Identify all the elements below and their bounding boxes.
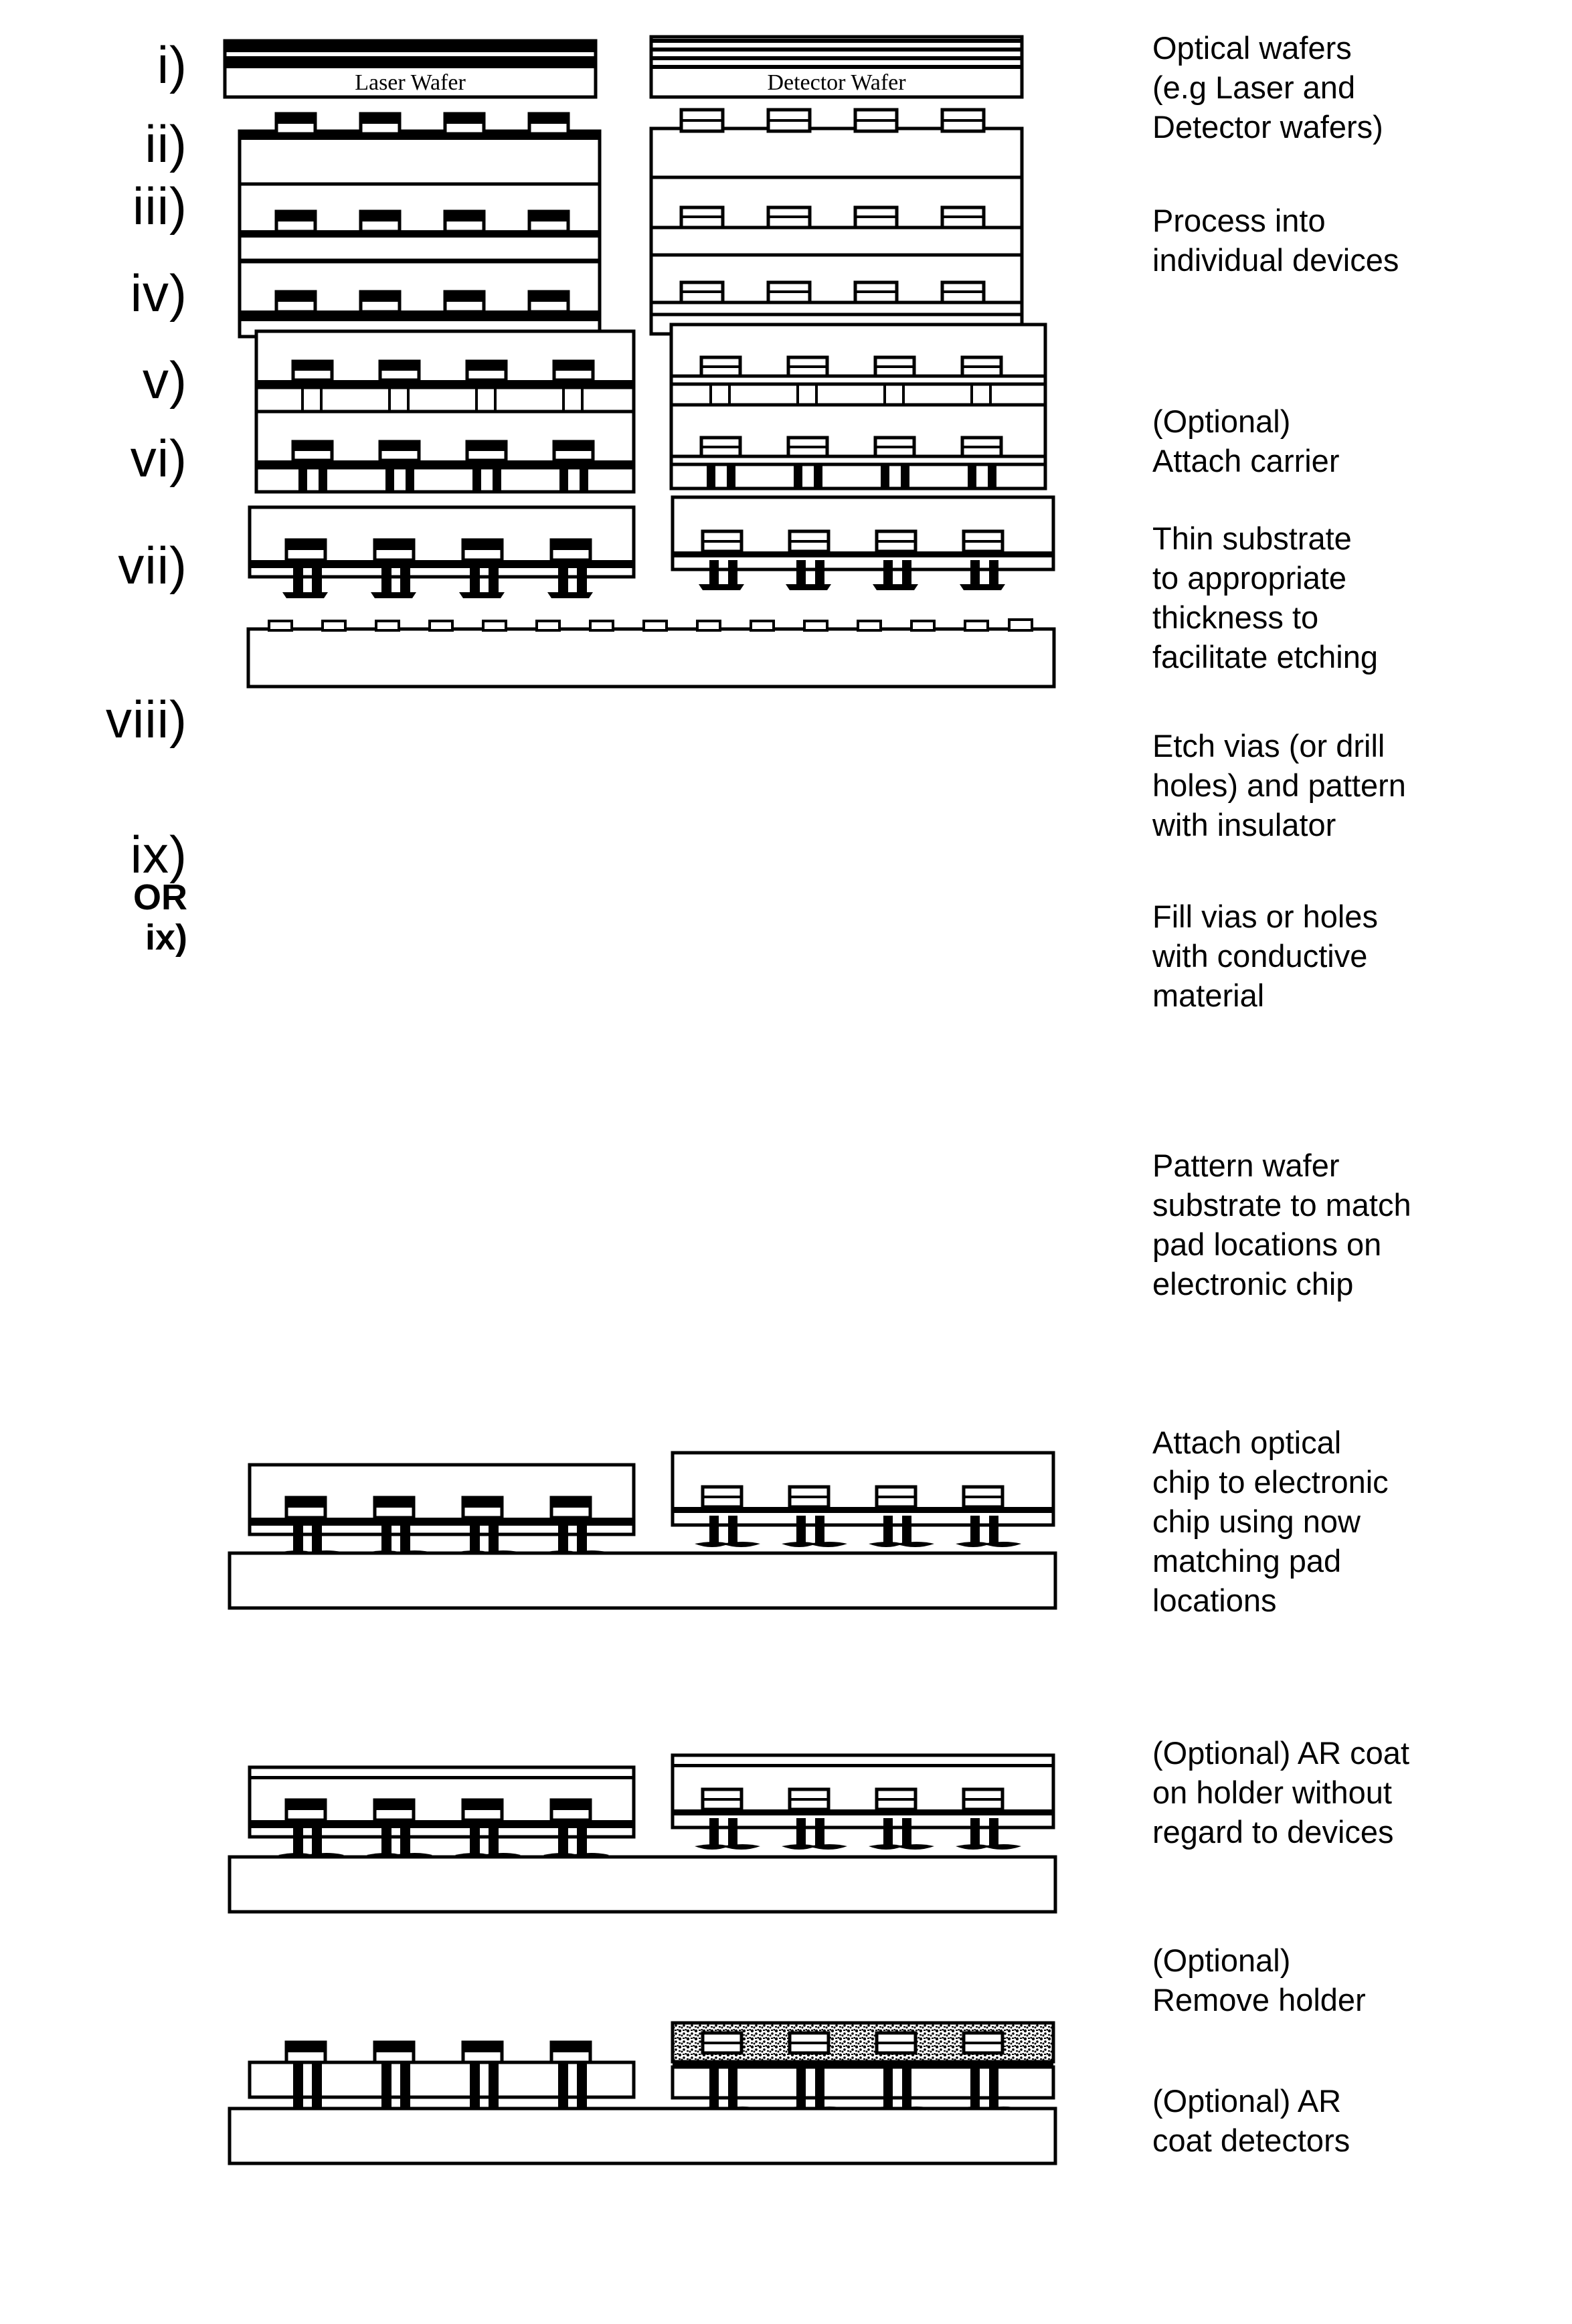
panel-step-ix-a-electronic-chip <box>228 1855 1057 1915</box>
step-numeral-viii: viii) <box>106 690 187 749</box>
panel-step-viii-electronic-chip <box>228 1551 1057 1611</box>
step-numeral-iii: iii) <box>133 177 187 236</box>
panel-step-i-detector: Detector Wafer <box>649 35 1024 99</box>
step-numeral-vi: vi) <box>130 429 187 488</box>
figure-canvas: i) ii) iii) iv) v) vi) vii) viii) ix) OR… <box>0 0 1572 2324</box>
panel-step-iii-detector <box>649 175 1024 260</box>
caption-step-ix-a: (Optional) AR coat on holder without reg… <box>1152 1735 1410 1850</box>
panel-step-vii-electronic-chip <box>246 616 1056 689</box>
panel-step-v-detector <box>669 323 1047 411</box>
panel-step-vi-laser <box>254 410 636 495</box>
caption-step-ii: Process into individual devices <box>1152 203 1399 278</box>
step-numeral-vii: vii) <box>118 536 187 595</box>
panel-step-vi-detector <box>669 403 1047 491</box>
panel-step-viii-detector <box>671 1451 1055 1556</box>
caption-step-i: Optical wafers (e.g Laser and Detector w… <box>1152 30 1383 145</box>
panel-step-v-laser <box>254 329 636 415</box>
panel-step-ii-laser <box>238 107 602 187</box>
laser-wafer-label: Laser Wafer <box>355 70 466 95</box>
panel-step-iii-laser <box>238 182 602 262</box>
panel-step-ix-a-laser <box>248 1765 636 1866</box>
step-numeral-ix-b: ix) <box>145 917 187 958</box>
panel-step-vii-detector <box>671 495 1055 596</box>
panel-step-ix-a-detector <box>671 1753 1055 1859</box>
caption-step-v: Etch vias (or drill holes) and pattern w… <box>1152 728 1406 842</box>
panel-step-i-laser: Laser Wafer <box>223 39 598 99</box>
detector-wafer-label: Detector Wafer <box>767 70 906 95</box>
caption-step-ix-remove-holder: (Optional) Remove holder <box>1152 1943 1366 2018</box>
panel-step-viii-laser <box>248 1463 636 1563</box>
caption-step-vii: Pattern wafer substrate to match pad loc… <box>1152 1148 1411 1302</box>
step-numeral-iv: iv) <box>130 264 187 323</box>
step-numeral-i: i) <box>157 35 187 94</box>
step-numeral-v: v) <box>143 351 187 410</box>
panel-step-ii-detector <box>649 102 1024 187</box>
step-numeral-ii: ii) <box>145 114 187 173</box>
panel-step-vii-laser <box>248 505 636 599</box>
panel-step-ix-b-electronic-chip <box>228 2107 1057 2167</box>
caption-step-vi: Fill vias or holes with conductive mater… <box>1152 899 1378 1013</box>
caption-step-iv: Thin substrate to appropriate thickness … <box>1152 521 1379 675</box>
or-divider-label: OR <box>133 877 187 917</box>
caption-step-ix-ar-coat: (Optional) AR coat detectors <box>1152 2083 1350 2158</box>
caption-step-viii: Attach optical chip to electronic chip u… <box>1152 1425 1389 1618</box>
panel-step-iv-laser <box>238 260 602 339</box>
caption-step-iii: (Optional) Attach carrier <box>1152 404 1340 478</box>
